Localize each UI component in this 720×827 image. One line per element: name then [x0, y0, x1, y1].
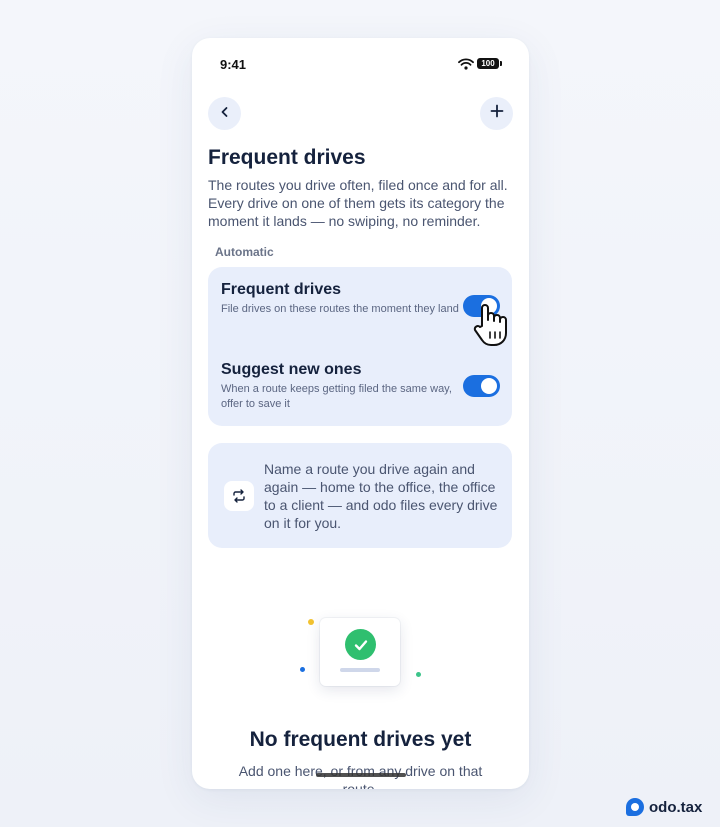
toggle-knob	[481, 378, 497, 394]
status-bar: 9:41 100	[192, 38, 529, 88]
suggest-new-toggle[interactable]	[463, 375, 500, 397]
plus-icon	[490, 104, 504, 123]
blue-dot	[300, 667, 305, 672]
repeat-icon	[224, 481, 254, 511]
home-indicator	[316, 773, 406, 777]
document-card	[320, 618, 400, 686]
wifi-icon	[458, 57, 474, 75]
info-text: Name a route you drive again and again —…	[264, 461, 498, 531]
green-dot	[416, 672, 421, 677]
battery-indicator: 100	[477, 58, 502, 69]
empty-state-title: No frequent drives yet	[249, 728, 472, 751]
setting-suggest-new: Suggest new ones When a route keeps gett…	[221, 361, 461, 412]
brand-name: odo.tax	[649, 798, 703, 816]
brand-logo: odo.tax	[626, 798, 702, 816]
setting-subtitle: File drives on these routes the moment t…	[221, 303, 459, 315]
automatic-settings-card: Frequent drives File drives on these rou…	[208, 267, 512, 426]
back-button[interactable]	[208, 97, 241, 130]
chevron-left-icon	[219, 105, 231, 123]
status-time: 9:41	[220, 57, 247, 72]
check-icon	[345, 629, 376, 660]
add-route-button[interactable]	[480, 97, 513, 130]
setting-title: Suggest new ones	[221, 361, 362, 378]
setting-frequent-drives: Frequent drives File drives on these rou…	[221, 281, 461, 317]
odo-logo-icon	[626, 798, 644, 816]
page-description: The routes you drive often, filed once a…	[208, 177, 508, 229]
section-label: Automatic	[215, 245, 274, 259]
yellow-dot	[308, 619, 314, 625]
placeholder-line	[340, 668, 380, 672]
info-card: Name a route you drive again and again —…	[208, 443, 512, 548]
empty-state-illustration	[192, 608, 529, 698]
setting-subtitle: When a route keeps getting filed the sam…	[221, 383, 452, 410]
phone-screen: 9:41 100 Frequent drives The routes you …	[192, 38, 529, 789]
hand-cursor-icon	[468, 300, 512, 353]
setting-title: Frequent drives	[221, 281, 342, 298]
page-title: Frequent drives	[208, 146, 366, 169]
